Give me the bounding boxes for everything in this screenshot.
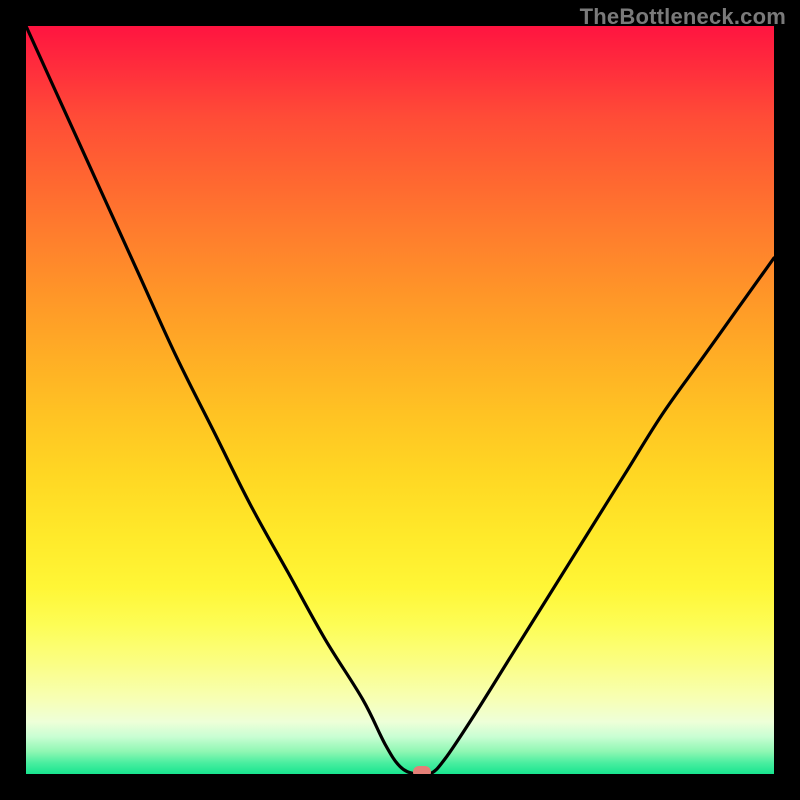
current-point-marker — [413, 766, 431, 774]
bottleneck-curve — [26, 26, 774, 774]
plot-area — [26, 26, 774, 774]
watermark-text: TheBottleneck.com — [580, 4, 786, 30]
chart-frame: TheBottleneck.com — [0, 0, 800, 800]
